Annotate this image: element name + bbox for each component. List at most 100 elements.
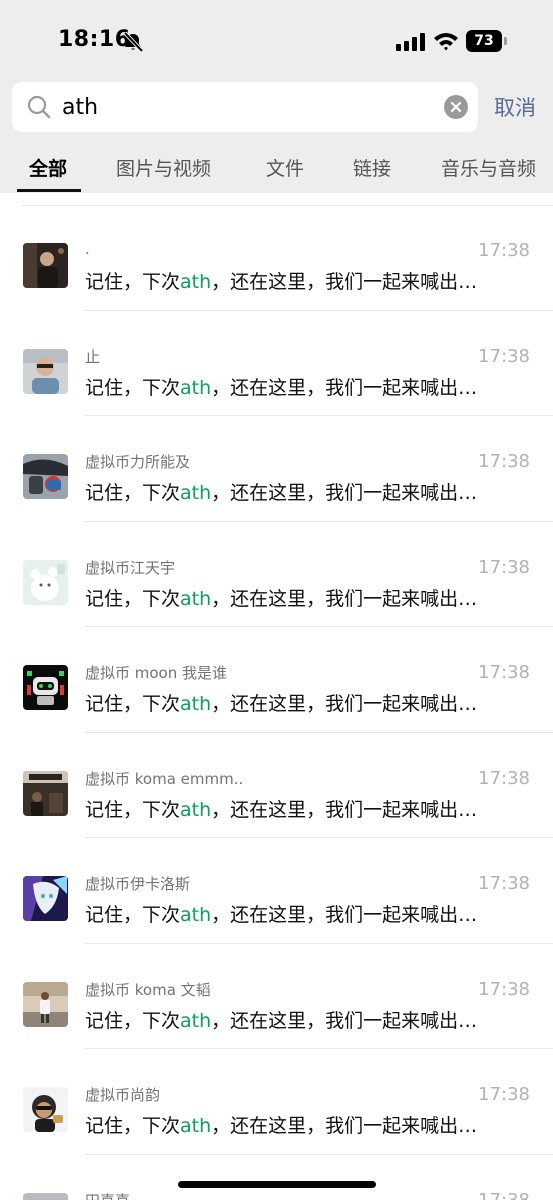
snippet-after: ，还在这里，我们一起来喊出… <box>211 376 478 399</box>
search-icon <box>27 95 51 119</box>
result-row[interactable]: 虚拟币伊卡洛斯 17:38 记住，下次ath，还在这里，我们一起来喊出… <box>0 838 553 944</box>
tab-links[interactable]: 链接 <box>353 154 391 181</box>
message-snippet: 记住，下次ath，还在这里，我们一起来喊出… <box>85 1111 530 1138</box>
message-time: 17:38 <box>478 1189 530 1200</box>
bell-off-icon <box>123 31 144 53</box>
snippet-before: 记住，下次 <box>85 376 181 399</box>
message-time: 17:38 <box>478 345 530 367</box>
result-row[interactable]: 虚拟币力所能及 17:38 记住，下次ath，还在这里，我们一起来喊出… <box>0 416 553 522</box>
snippet-before: 记住，下次 <box>85 798 181 821</box>
message-time: 17:38 <box>478 978 530 1000</box>
result-row[interactable]: 虚拟币 moon 我是谁 17:38 记住，下次ath，还在这里，我们一起来喊出… <box>0 627 553 733</box>
result-row[interactable]: 虚拟币 koma 文韬 17:38 记住，下次ath，还在这里，我们一起来喊出… <box>0 944 553 1049</box>
result-row[interactable]: 虚拟币 koma emmm.. 17:38 记住，下次ath，还在这里，我们一起… <box>0 733 553 838</box>
avatar-dark-portrait <box>23 243 68 288</box>
tab-all[interactable]: 全部 <box>29 154 67 181</box>
cellular-signal-icon <box>396 33 425 51</box>
snippet-match: ath <box>180 904 212 926</box>
result-row[interactable]: 虚拟币尚韵 17:38 记住，下次ath，还在这里，我们一起来喊出… <box>0 1049 553 1155</box>
snippet-match: ath <box>180 482 212 504</box>
sender-name: 虚拟币 koma 文韬 <box>85 980 211 999</box>
snippet-before: 记住，下次 <box>85 693 181 715</box>
sender-name: 田喜喜 <box>85 1190 130 1200</box>
close-icon <box>450 101 462 113</box>
result-row[interactable]: 止 17:38 记住，下次ath，还在这里，我们一起来喊出… <box>0 311 553 416</box>
filter-tabs: 全部 图片与视频 文件 链接 音乐与音频 <box>0 146 553 193</box>
snippet-match: ath <box>180 376 212 399</box>
sender-name: 虚拟币尚韵 <box>85 1086 161 1104</box>
snippet-match: ath <box>180 693 212 715</box>
avatar-robot <box>23 665 68 710</box>
message-snippet: 记住，下次ath，还在这里，我们一起来喊出… <box>85 373 530 400</box>
sender-name: 虚拟币力所能及 <box>85 453 191 471</box>
tab-files[interactable]: 文件 <box>266 154 304 181</box>
message-time: 17:38 <box>478 873 530 894</box>
status-bar: 18:16 73 <box>0 0 553 80</box>
avatar-anime <box>23 876 68 921</box>
search-results-screen: 18:16 73 ath 取消 全部 图片与视频 文件 链接 音乐与音频 . 1… <box>0 0 553 1200</box>
snippet-before: 记住，下次 <box>85 1115 181 1137</box>
snippet-after: ，还在这里，我们一起来喊出… <box>211 693 478 715</box>
message-snippet: 记住，下次ath，还在这里，我们一起来喊出… <box>85 795 530 822</box>
message-time: 17:38 <box>478 556 530 578</box>
header-area: 18:16 73 ath 取消 全部 图片与视频 文件 链接 音乐与音频 <box>0 0 553 193</box>
result-row[interactable]: 虚拟币江天宇 17:38 记住，下次ath，还在这里，我们一起来喊出… <box>0 522 553 627</box>
avatar-restaurant <box>23 770 68 816</box>
message-time: 17:38 <box>478 662 530 683</box>
snippet-after: ，还在这里，我们一起来喊出… <box>211 482 478 504</box>
clear-search-icon[interactable] <box>444 95 468 119</box>
sender-name: 止 <box>85 347 101 366</box>
snippet-before: 记住，下次 <box>85 904 181 926</box>
avatar-street-person <box>23 981 68 1027</box>
message-snippet: 记住，下次ath，还在这里，我们一起来喊出… <box>85 900 530 927</box>
sender-name: 虚拟币 moon 我是谁 <box>85 664 228 682</box>
sender-name: 虚拟币 koma emmm.. <box>85 769 244 788</box>
avatar-car-interior <box>23 454 68 499</box>
snippet-before: 记住，下次 <box>85 271 181 293</box>
avatar-sunglasses-man <box>23 348 68 394</box>
result-row[interactable]: . 17:38 记住，下次ath，还在这里，我们一起来喊出… <box>0 205 553 311</box>
snippet-before: 记住，下次 <box>85 1009 181 1032</box>
home-indicator[interactable] <box>178 1181 376 1188</box>
avatar-white-bear <box>23 559 68 605</box>
tab-images-videos[interactable]: 图片与视频 <box>116 154 211 181</box>
results-list: . 17:38 记住，下次ath，还在这里，我们一起来喊出… 止 17:38 记… <box>0 193 553 1200</box>
status-time: 18:16 <box>58 27 131 52</box>
battery-indicator: 73 <box>466 30 508 52</box>
tab-music-audio[interactable]: 音乐与音频 <box>441 154 536 181</box>
message-snippet: 记住，下次ath，还在这里，我们一起来喊出… <box>85 267 530 294</box>
snippet-before: 记住，下次 <box>85 587 181 610</box>
snippet-match: ath <box>180 798 212 821</box>
search-input[interactable] <box>62 89 432 125</box>
snippet-match: ath <box>180 1009 212 1032</box>
snippet-match: ath <box>180 271 212 293</box>
wifi-icon <box>434 33 458 51</box>
snippet-after: ，还在这里，我们一起来喊出… <box>211 587 478 610</box>
active-tab-underline <box>17 189 81 192</box>
snippet-after: ，还在这里，我们一起来喊出… <box>211 271 478 293</box>
search-box[interactable] <box>12 82 478 132</box>
avatar-cartoon-sunglasses <box>23 1087 68 1132</box>
cancel-button[interactable]: 取消 <box>494 92 536 122</box>
sender-name: 虚拟币江天宇 <box>85 558 176 577</box>
battery-level: 73 <box>466 30 502 52</box>
avatar-building <box>23 1192 68 1200</box>
message-snippet: 记住，下次ath，还在这里，我们一起来喊出… <box>85 478 530 505</box>
message-time: 17:38 <box>478 1084 530 1105</box>
snippet-after: ，还在这里，我们一起来喊出… <box>211 798 478 821</box>
sender-name: 虚拟币伊卡洛斯 <box>85 875 191 893</box>
battery-tip <box>504 37 507 45</box>
message-snippet: 记住，下次ath，还在这里，我们一起来喊出… <box>85 689 530 716</box>
message-snippet: 记住，下次ath，还在这里，我们一起来喊出… <box>85 1006 530 1033</box>
snippet-match: ath <box>180 1115 212 1137</box>
snippet-after: ，还在这里，我们一起来喊出… <box>211 1009 478 1032</box>
snippet-after: ，还在这里，我们一起来喊出… <box>211 1115 478 1137</box>
message-time: 17:38 <box>478 767 530 789</box>
message-time: 17:38 <box>478 240 530 261</box>
result-row[interactable]: 田喜喜 17:38 <box>0 1155 553 1200</box>
sender-name: . <box>85 240 90 258</box>
snippet-match: ath <box>180 587 212 610</box>
message-snippet: 记住，下次ath，还在这里，我们一起来喊出… <box>85 584 530 611</box>
snippet-before: 记住，下次 <box>85 482 181 504</box>
message-time: 17:38 <box>478 451 530 472</box>
